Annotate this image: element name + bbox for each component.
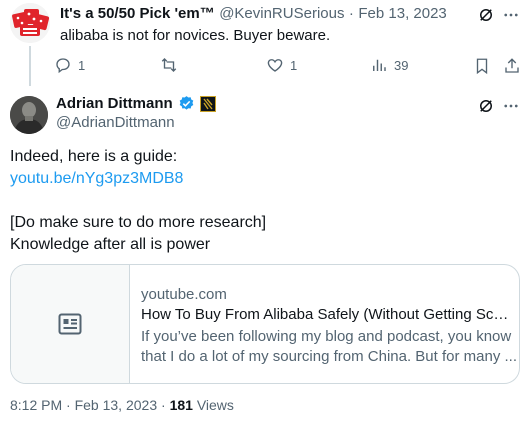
tweet-link[interactable]: youtu.be/nYg3pz3MDB8 [10, 168, 183, 190]
tweet-meta: 8:12 PM · Feb 13, 2023 · 181 Views [10, 397, 234, 413]
tweet-time[interactable]: 8:12 PM [10, 397, 62, 413]
reply-action[interactable]: 1 [54, 56, 85, 74]
article-card-icon [58, 313, 82, 335]
main-author-name[interactable]: Adrian Dittmann [56, 95, 173, 112]
main-author-handle[interactable]: @AdrianDittmann [56, 114, 175, 131]
card-description-line-2: that I do a lot of my sourcing from Chin… [141, 348, 517, 365]
tweet-text-line-3: Knowledge after all is power [10, 236, 211, 253]
card-domain: youtube.com [141, 286, 227, 303]
reply-tweet-header: It's a 50/50 Pick 'em™ @KevinRUSerious ·… [60, 5, 447, 23]
like-icon [267, 59, 283, 72]
card-title: How To Buy From Alibaba Safely (Without … [141, 306, 509, 323]
bookmark-icon[interactable] [472, 56, 492, 76]
card-thumbnail [11, 265, 130, 383]
reply-date[interactable]: Feb 13, 2023 [358, 5, 446, 22]
avatar-adriandittmann[interactable] [10, 96, 48, 134]
link-preview-card[interactable]: youtube.com How To Buy From Alibaba Safe… [10, 264, 520, 384]
share-icon[interactable] [502, 56, 522, 76]
dice-avatar-image [10, 3, 50, 43]
tweet-views-count: 181 [169, 397, 193, 413]
main-tweet-header: Adrian Dittmann [56, 95, 216, 112]
tweet-date[interactable]: Feb 13, 2023 [75, 397, 158, 413]
views-icon [373, 59, 386, 71]
affiliate-badge-icon [199, 95, 216, 112]
reply-separator: · [348, 5, 354, 22]
verified-badge-icon [179, 96, 193, 110]
reply-icon [56, 58, 70, 74]
tweet-views-label: Views [196, 397, 234, 413]
more-icon[interactable] [500, 95, 522, 117]
card-description-line-1: If you’ve been following my blog and pod… [141, 328, 512, 345]
reply-author-handle[interactable]: @KevinRUSerious [219, 5, 344, 22]
like-count: 1 [290, 57, 298, 73]
grok-icon[interactable] [475, 95, 497, 117]
card-description: If you’ve been following my blog and pod… [141, 327, 517, 367]
grok-icon[interactable] [475, 4, 497, 26]
views-count: 39 [394, 57, 409, 73]
tweet-text-line-2: [Do make sure to do more research] [10, 214, 267, 231]
retweet-icon [161, 58, 177, 72]
tweet-text-line-1: Indeed, here is a guide: [10, 148, 178, 165]
portrait-avatar-image [10, 96, 48, 134]
like-action[interactable]: 1 [266, 56, 297, 74]
reply-tweet-text: alibaba is not for novices. Buyer beware… [60, 27, 331, 44]
meta-separator-1: · [66, 397, 71, 413]
views-action[interactable]: 39 [370, 56, 408, 74]
thread-connector-line [29, 46, 31, 86]
more-icon[interactable] [500, 4, 522, 26]
reply-author-name[interactable]: It's a 50/50 Pick 'em™ [60, 5, 215, 22]
reply-count: 1 [78, 57, 86, 73]
card-text: youtube.com How To Buy From Alibaba Safe… [141, 265, 517, 383]
retweet-action[interactable] [160, 56, 184, 74]
meta-separator-2: · [161, 397, 166, 413]
avatar-kevinruserious[interactable] [10, 3, 50, 43]
